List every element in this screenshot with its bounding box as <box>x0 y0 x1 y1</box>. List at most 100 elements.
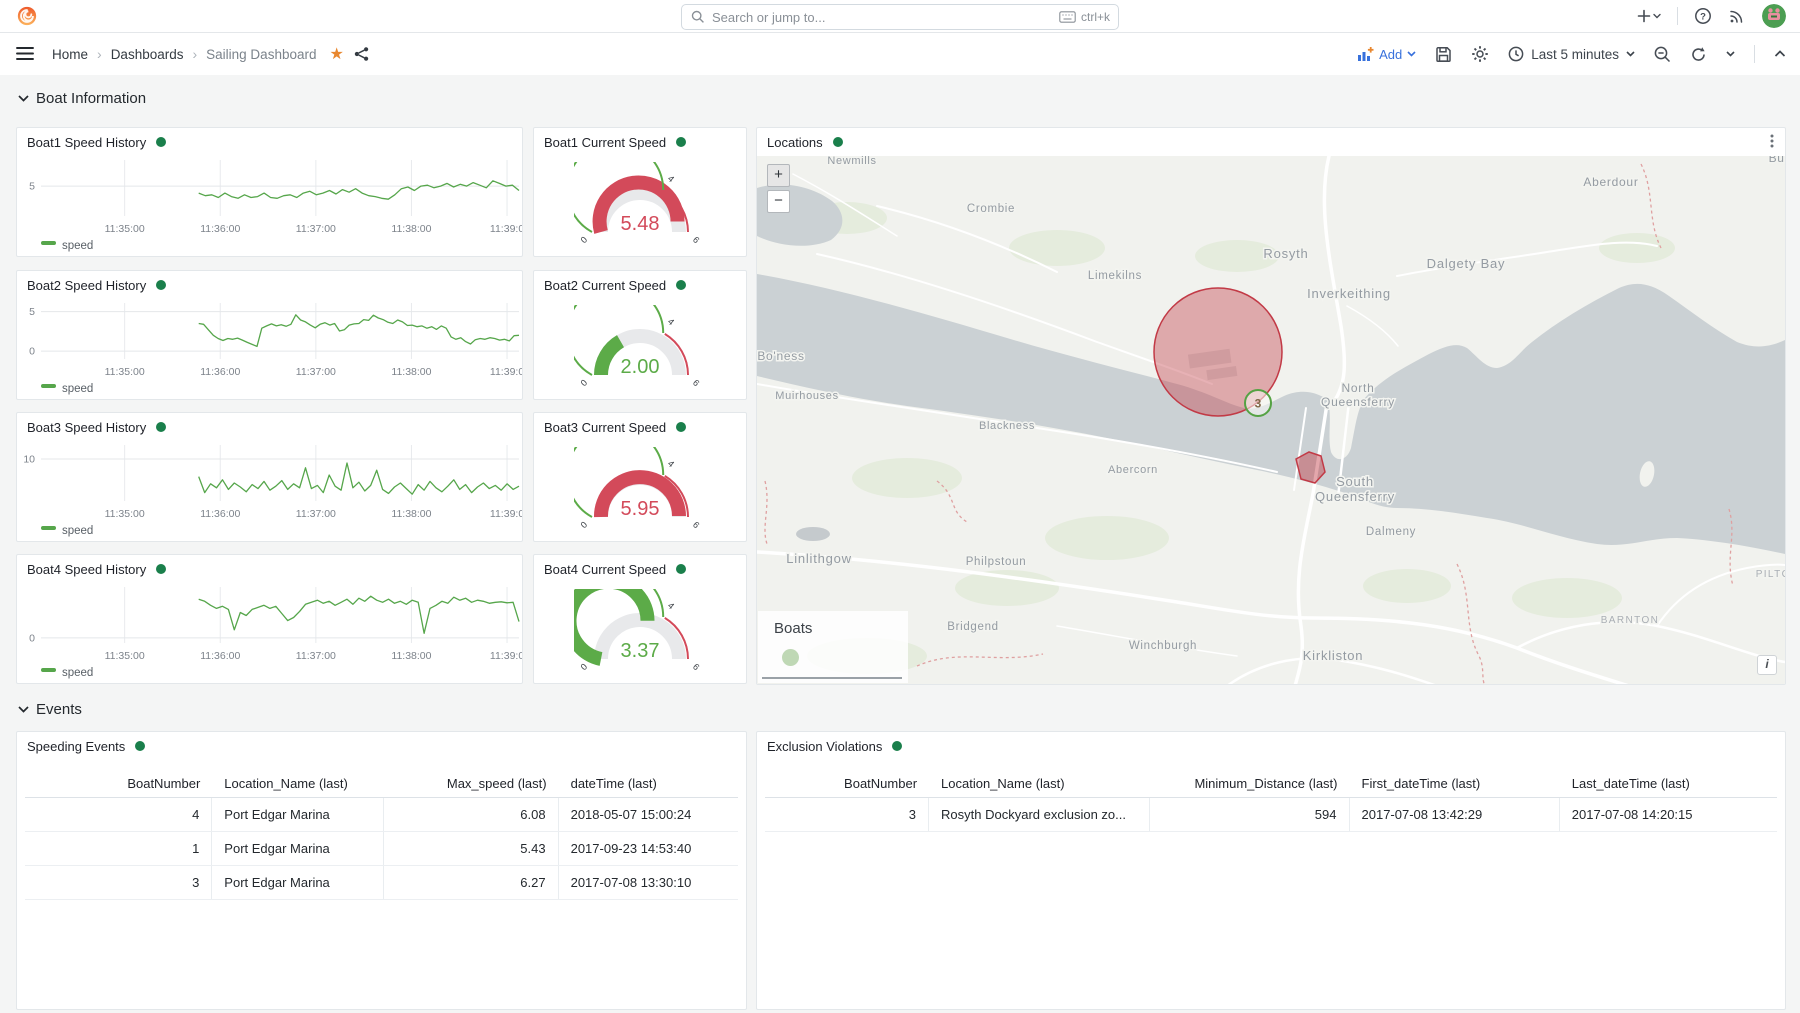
table-header-cell[interactable]: First_dateTime (last) <box>1350 770 1560 797</box>
speed-history-panel: Boat2 Speed History11:35:0011:36:0011:37… <box>16 270 523 400</box>
speed-history-panel: Boat4 Speed History11:35:0011:36:0011:37… <box>16 554 523 684</box>
map-attribution-button[interactable]: i <box>1757 655 1777 675</box>
keyboard-icon <box>1059 11 1076 23</box>
search-input[interactable] <box>712 10 1052 25</box>
speed-history-panel-header[interactable]: Boat4 Speed History <box>17 555 522 583</box>
current-speed-panel-header[interactable]: Boat4 Current Speed <box>534 555 746 583</box>
section-events[interactable]: Events <box>18 701 82 718</box>
table-cell: 2018-05-07 15:00:24 <box>559 798 738 831</box>
geomap[interactable]: 3 NewmillsCrombieLimekilnsRosythInverkei… <box>757 156 1785 684</box>
speed-gauge[interactable]: 0462.00 <box>574 305 706 393</box>
data-table[interactable]: BoatNumberLocation_Name (last)Max_speed … <box>25 770 738 900</box>
speed-series-line <box>199 463 519 494</box>
table-header-cell[interactable]: Location_Name (last) <box>212 770 384 797</box>
table-row[interactable]: 4Port Edgar Marina6.082018-05-07 15:00:2… <box>25 798 738 832</box>
mega-menu-icon[interactable] <box>16 46 34 61</box>
gauge-scale-label: 0 <box>579 378 590 389</box>
boats-marker-swatch <box>782 649 799 666</box>
table-row[interactable]: 1Port Edgar Marina5.432017-09-23 14:53:4… <box>25 832 738 866</box>
map-loch <box>796 527 830 541</box>
map-place-label: Dalgety Bay <box>1427 256 1506 271</box>
speed-gauge[interactable]: 0465.48 <box>574 162 706 250</box>
health-indicator <box>156 422 166 432</box>
data-table[interactable]: BoatNumberLocation_Name (last)Minimum_Di… <box>765 770 1777 832</box>
avatar[interactable] <box>1762 4 1786 28</box>
table-header-cell[interactable]: Minimum_Distance (last) <box>1150 770 1349 797</box>
table-cell: 3 <box>25 866 212 899</box>
news-icon[interactable] <box>1728 7 1746 25</box>
table-header-cell[interactable]: Max_speed (last) <box>384 770 559 797</box>
health-indicator <box>833 137 843 147</box>
events-table-panel-title: Speeding Events <box>27 739 125 754</box>
legend-label[interactable]: speed <box>62 240 93 252</box>
table-header-cell[interactable]: dateTime (last) <box>559 770 738 797</box>
share-icon[interactable] <box>353 46 370 62</box>
new-item-button[interactable] <box>1637 9 1661 23</box>
time-range-picker[interactable]: Last 5 minutes <box>1508 46 1635 62</box>
health-indicator <box>156 280 166 290</box>
table-header-cell[interactable]: BoatNumber <box>25 770 212 797</box>
gauge-scale-label: 6 <box>691 235 702 246</box>
table-cell: 5.43 <box>384 832 559 865</box>
legend-label[interactable]: speed <box>62 525 93 537</box>
table-header-cell[interactable]: BoatNumber <box>765 770 929 797</box>
legend-label[interactable]: speed <box>62 667 93 679</box>
svg-text:?: ? <box>1700 11 1706 22</box>
current-speed-panel-header[interactable]: Boat2 Current Speed <box>534 271 746 299</box>
map-zoom-out-button[interactable]: − <box>767 190 790 213</box>
nav-divider <box>1677 7 1678 25</box>
events-table-panel-header[interactable]: Exclusion Violations <box>757 732 1785 760</box>
breadcrumb: Home › Dashboards › Sailing Dashboard ★ <box>52 33 370 75</box>
current-speed-panel-header[interactable]: Boat3 Current Speed <box>534 413 746 441</box>
events-table-panel: Exclusion Violations BoatNumberLocation_N… <box>756 731 1786 1010</box>
add-button[interactable]: Add <box>1357 46 1416 62</box>
refresh-interval-caret[interactable] <box>1726 51 1735 57</box>
health-indicator <box>156 564 166 574</box>
favorite-star-icon[interactable]: ★ <box>329 44 343 64</box>
legend-swatch <box>41 384 56 388</box>
save-dashboard-button[interactable] <box>1435 46 1452 63</box>
section-boat-information[interactable]: Boat Information <box>18 90 146 107</box>
x-axis-tick-label: 11:38:00 <box>391 366 431 378</box>
x-axis-tick-label: 11:37:00 <box>296 508 336 520</box>
refresh-icon[interactable] <box>1690 46 1707 63</box>
breadcrumb-home[interactable]: Home <box>52 47 88 62</box>
breadcrumb-dashboards[interactable]: Dashboards <box>111 47 184 62</box>
speed-gauge[interactable]: 0463.37 <box>574 589 706 677</box>
breadcrumb-current: Sailing Dashboard <box>206 47 316 62</box>
x-axis-tick-label: 11:36:00 <box>200 366 240 378</box>
speed-history-panel-header[interactable]: Boat3 Speed History <box>17 413 522 441</box>
help-icon[interactable]: ? <box>1694 7 1712 25</box>
table-header-cell[interactable]: Last_dateTime (last) <box>1560 770 1777 797</box>
speed-gauge[interactable]: 0465.95 <box>574 447 706 535</box>
y-axis-tick-label: 5 <box>29 306 35 318</box>
table-row[interactable]: 3Port Edgar Marina6.272017-07-08 13:30:1… <box>25 866 738 900</box>
collapse-toolbar-icon[interactable] <box>1774 50 1786 58</box>
chevron-down-icon <box>1626 51 1635 57</box>
events-table-panel-header[interactable]: Speeding Events <box>17 732 746 760</box>
grafana-logo-icon[interactable] <box>16 5 38 27</box>
locations-panel-header[interactable]: Locations <box>757 128 1785 156</box>
breadcrumb-separator: › <box>97 46 102 62</box>
legend-swatch <box>41 526 56 530</box>
table-row[interactable]: 3Rosyth Dockyard exclusion zo...5942017-… <box>765 798 1777 832</box>
health-indicator <box>676 422 686 432</box>
dashboard-settings-icon[interactable] <box>1471 45 1489 63</box>
speed-history-panel-header[interactable]: Boat2 Speed History <box>17 271 522 299</box>
health-indicator <box>676 280 686 290</box>
x-axis-tick-label: 11:35:00 <box>105 223 145 235</box>
gauge-scale-label: 4 <box>666 600 676 611</box>
y-axis-tick-label: 10 <box>23 454 35 466</box>
legend-label[interactable]: speed <box>62 383 93 395</box>
zoom-out-time-icon[interactable] <box>1654 46 1671 63</box>
current-speed-panel-header[interactable]: Boat1 Current Speed <box>534 128 746 156</box>
locations-panel-title: Locations <box>767 135 823 150</box>
map-zoom-in-button[interactable]: + <box>767 164 790 187</box>
table-cell: 6.27 <box>384 866 559 899</box>
search-input-wrap[interactable]: ctrl+k <box>681 4 1119 30</box>
x-axis-tick-label: 11:36:00 <box>200 650 240 662</box>
table-header-cell[interactable]: Location_Name (last) <box>929 770 1150 797</box>
speed-history-panel-header[interactable]: Boat1 Speed History <box>17 128 522 156</box>
panel-menu-icon[interactable] <box>1765 133 1779 152</box>
map-place-label: Inverkeithing <box>1307 286 1391 301</box>
